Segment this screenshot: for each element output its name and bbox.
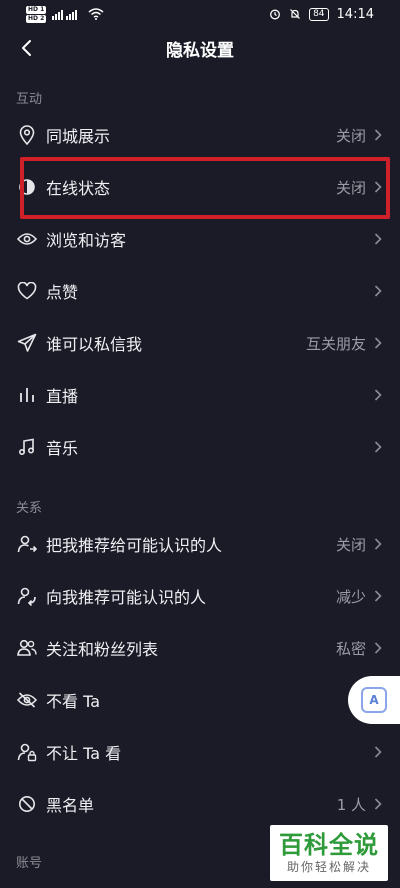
eye-icon [16,228,38,250]
row-label: 不让 Ta 看 [46,744,122,763]
row-browse-visitors[interactable]: 浏览和访客 [0,213,400,265]
chevron-right-icon [372,440,384,454]
row-live[interactable]: 直播 [0,369,400,421]
wifi-icon [88,8,104,20]
row-who-can-dm[interactable]: 谁可以私信我 互关朋友 [0,317,400,369]
row-value: 减少 [335,587,366,606]
section-header-relation: 关系 [16,501,43,516]
row-same-city[interactable]: 同城展示 关闭 [0,109,400,161]
row-label: 浏览和访客 [46,231,127,250]
live-bars-icon [16,384,38,406]
hd-indicators: HD 1 HD 2 [26,5,47,23]
chevron-right-icon [372,589,384,603]
row-likes[interactable]: 点赞 [0,265,400,317]
location-pin-icon [16,124,38,146]
row-label: 向我推荐可能认识的人 [46,588,207,607]
row-follow-list[interactable]: 关注和粉丝列表 私密 [0,622,400,674]
assistant-icon-label: A [369,693,379,707]
row-label: 关注和粉丝列表 [46,640,159,659]
watermark-main-text: 百科全说 [279,831,379,859]
row-online-status[interactable]: 在线状态 关闭 [0,161,400,213]
online-status-icon [16,176,38,198]
chevron-right-icon [372,797,384,811]
paper-plane-icon [16,332,38,354]
hd1-badge: HD 1 [26,5,47,14]
row-label: 音乐 [46,439,79,458]
chevron-right-icon [372,537,384,551]
row-label: 把我推荐给可能认识的人 [46,536,223,555]
signal-icon [52,10,78,20]
heart-icon [16,280,38,302]
user-receive-icon [16,585,38,607]
row-not-see[interactable]: 不看 Ta [0,674,400,726]
block-icon [16,793,38,815]
watermark-sub-text: 助你轻松解决 [286,860,371,874]
eye-off-icon [16,689,38,711]
users-icon [16,637,38,659]
alarm-icon [270,9,281,20]
chevron-right-icon [372,180,384,194]
clock: 14:14 [336,6,374,22]
row-value: 互关朋友 [305,334,366,353]
chevron-right-icon [372,641,384,655]
status-left: HD 1 HD 2 [26,5,104,23]
mute-bell-icon [290,9,301,19]
row-label: 直播 [46,387,79,406]
chevron-right-icon [372,232,384,246]
row-recommend-me[interactable]: 把我推荐给可能认识的人 关闭 [0,518,400,570]
chevron-right-icon [372,745,384,759]
row-label: 谁可以私信我 [46,335,143,354]
row-value: 关闭 [335,178,366,197]
hd2-badge: HD 2 [26,14,47,23]
assistant-icon: A [361,687,387,713]
user-share-icon [16,533,38,555]
page-title: 隐私设置 [166,40,234,61]
row-not-let-see[interactable]: 不让 Ta 看 [0,726,400,778]
chevron-right-icon [372,336,384,350]
chevron-right-icon [372,284,384,298]
chevron-left-icon [22,40,31,56]
row-label: 黑名单 [46,796,95,815]
watermark-logo: 百科全说 助你轻松解决 [270,825,388,881]
row-label: 不看 Ta [46,692,101,711]
row-value: 关闭 [335,535,366,554]
battery-indicator: 84 [309,7,329,21]
row-value: 1 人 [336,795,366,814]
row-label: 在线状态 [46,179,111,198]
section-header-account: 账号 [16,856,43,871]
status-right: 84 14:14 [269,7,374,22]
row-blacklist[interactable]: 黑名单 1 人 [0,778,400,830]
row-value: 私密 [335,639,366,658]
row-label: 点赞 [46,283,79,302]
back-button[interactable] [12,34,40,62]
row-label: 同城展示 [46,127,111,146]
row-recommend-to-me[interactable]: 向我推荐可能认识的人 减少 [0,570,400,622]
section-header-interaction: 互动 [16,92,43,107]
title-bar: 隐私设置 [0,28,400,68]
floating-assistant-button[interactable]: A [348,676,400,724]
chevron-right-icon [372,128,384,142]
status-bar: HD 1 HD 2 84 14:14 [0,0,400,28]
chevron-right-icon [372,388,384,402]
music-note-icon [16,436,38,458]
row-music[interactable]: 音乐 [0,421,400,473]
row-value: 关闭 [335,126,366,145]
user-lock-icon [16,741,38,763]
